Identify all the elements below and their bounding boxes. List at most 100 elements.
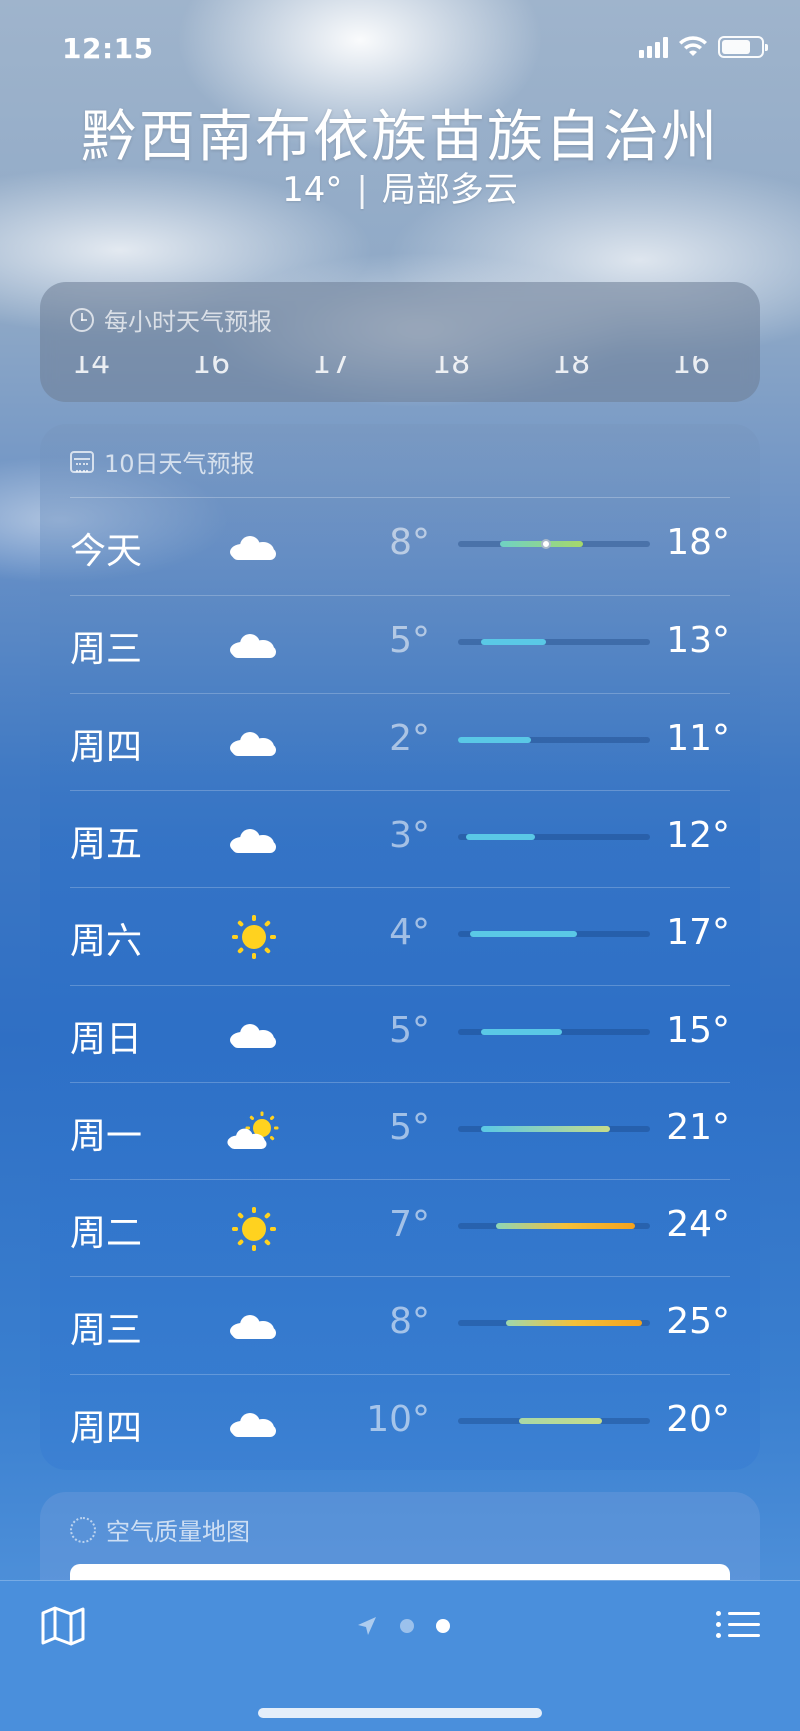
air-quality-icon — [70, 1516, 96, 1543]
forecast-high: 25° — [666, 1301, 730, 1343]
battery-icon — [718, 36, 768, 58]
temperature-range-bar — [458, 1028, 650, 1035]
forecast-low: 2° — [389, 717, 430, 759]
cloud-icon — [228, 720, 280, 766]
forecast-low: 7° — [389, 1204, 430, 1246]
hourly-forecast-header: 每小时天气预报 — [40, 282, 760, 337]
bottom-toolbar — [0, 1580, 800, 1731]
forecast-row[interactable]: 周五 3° 12° — [70, 789, 730, 887]
air-quality-title: 空气质量地图 — [106, 1518, 250, 1546]
hourly-temperature-strip[interactable]: 14 16 17 18 18 16 — [40, 356, 760, 382]
forecast-high: 13° — [666, 620, 730, 662]
forecast-low: 3° — [389, 814, 430, 856]
current-temp-marker — [541, 539, 552, 549]
temperature-range-bar — [458, 736, 650, 743]
forecast-low: 8° — [389, 522, 430, 563]
temperature-range-fill — [519, 1417, 602, 1424]
forecast-day: 周一 — [70, 1115, 143, 1157]
city-name: 黔西南布依族苗族自治州 — [81, 105, 719, 170]
forecast-day: 周二 — [70, 1213, 143, 1255]
forecast-row[interactable]: 周一 5° 21° — [70, 1081, 730, 1179]
temperature-range-bar — [458, 1417, 650, 1424]
status-time: 12:15 — [62, 32, 154, 65]
home-indicator[interactable] — [258, 1708, 542, 1718]
hourly-temp: 16 — [192, 356, 231, 381]
hourly-temp: 18 — [432, 356, 471, 381]
sun-icon — [228, 914, 280, 960]
calendar-icon — [70, 450, 94, 473]
temperature-range-fill — [458, 736, 531, 743]
ten-day-forecast-header: 10日天气预报 — [40, 424, 760, 479]
ten-day-forecast-title: 10日天气预报 — [104, 450, 255, 478]
forecast-day: 周三 — [70, 629, 143, 671]
forecast-high: 12° — [666, 814, 730, 856]
forecast-row[interactable]: 周四 2° 11° — [70, 692, 730, 790]
forecast-day: 周四 — [70, 726, 143, 768]
forecast-day: 周三 — [70, 1310, 143, 1352]
cloud-icon — [228, 622, 280, 668]
hourly-forecast-title: 每小时天气预报 — [104, 308, 272, 336]
temperature-range-fill — [469, 931, 578, 938]
temperature-range-bar — [458, 1320, 650, 1327]
temperature-range-bar — [458, 931, 650, 938]
forecast-high: 21° — [666, 1106, 730, 1148]
cellular-signal-icon — [639, 36, 668, 58]
forecast-high: 18° — [666, 522, 730, 563]
forecast-row[interactable]: 周日 5° 15° — [70, 984, 730, 1082]
forecast-row[interactable]: 周三 5° 13° — [70, 595, 730, 692]
forecast-high: 11° — [666, 717, 730, 759]
forecast-low: 5° — [389, 1009, 430, 1051]
temperature-range-fill — [481, 1028, 562, 1035]
sun-icon — [228, 1206, 280, 1252]
cloud-icon — [228, 817, 280, 863]
forecast-high: 24° — [666, 1204, 730, 1246]
forecast-day: 今天 — [70, 531, 143, 572]
forecast-high: 17° — [666, 912, 730, 954]
page-dot-active — [436, 1619, 450, 1633]
temperature-range-fill — [465, 833, 535, 840]
current-summary: 14° | 局部多云 — [0, 162, 800, 211]
forecast-row[interactable]: 周四 10° 20° — [70, 1373, 730, 1470]
temperature-range-bar — [458, 833, 650, 840]
forecast-row[interactable]: 周三 8° 25° — [70, 1276, 730, 1373]
cloud-icon — [228, 1012, 280, 1058]
forecast-low: 5° — [389, 1106, 430, 1148]
current-condition: 局部多云 — [381, 170, 518, 210]
page-indicator[interactable] — [356, 1615, 450, 1637]
temperature-range-bar — [458, 539, 650, 549]
temperature-range-fill — [506, 1320, 643, 1327]
clock-icon — [70, 307, 94, 332]
temperature-range-fill — [496, 1223, 635, 1230]
forecast-low: 10° — [366, 1398, 430, 1440]
forecast-row[interactable]: 今天 8° 18° — [70, 498, 730, 595]
hourly-temp: 18 — [552, 356, 591, 381]
cloud-icon — [228, 1303, 280, 1349]
hourly-temp: 16 — [672, 356, 711, 381]
partly-sunny-icon — [227, 1109, 280, 1155]
hourly-temp: 17 — [312, 356, 351, 381]
forecast-day: 周五 — [70, 823, 143, 865]
status-bar: 12:15 — [0, 28, 800, 68]
temperature-range-bar — [458, 1125, 650, 1132]
forecast-row[interactable]: 周六 4° 17° — [70, 887, 730, 984]
wifi-icon — [679, 36, 707, 56]
temperature-range-fill — [481, 1125, 610, 1132]
map-icon[interactable] — [40, 1605, 86, 1647]
current-temperature: 14° — [282, 170, 343, 210]
temperature-range-fill — [481, 639, 547, 646]
forecast-day: 周六 — [70, 921, 143, 963]
ten-day-forecast-card[interactable]: 10日天气预报 今天 8° 18° 周三 5° 13° 周四 2° 11° 周五 3° 12° 周六 4°… — [40, 424, 760, 1470]
status-icons — [639, 36, 768, 58]
list-icon[interactable] — [716, 1607, 760, 1643]
hourly-forecast-card[interactable]: 每小时天气预报 14 16 17 18 18 16 — [40, 282, 760, 402]
location-arrow-icon — [358, 1617, 376, 1635]
air-quality-header: 空气质量地图 — [40, 1492, 760, 1547]
forecast-low: 4° — [389, 912, 430, 954]
cloud-icon — [228, 524, 280, 570]
forecast-day: 周四 — [70, 1407, 143, 1449]
forecast-row[interactable]: 周二 7° 24° — [70, 1179, 730, 1276]
forecast-high: 15° — [666, 1009, 730, 1051]
page-dot — [400, 1619, 414, 1633]
forecast-high: 20° — [666, 1398, 730, 1440]
summary-separator: | — [356, 170, 368, 210]
